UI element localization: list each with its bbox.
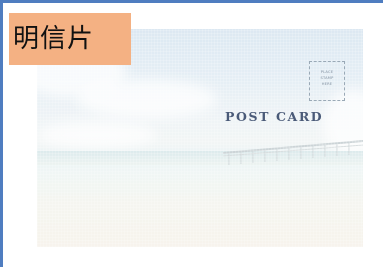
slide-frame: 明信片 PLACE STAMP HERE POST CARD <box>0 0 383 267</box>
section-tag-label: 明信片 <box>13 24 95 54</box>
section-tag: 明信片 <box>9 13 131 65</box>
postcard-title: POST CARD <box>225 109 324 124</box>
stamp-text-line: HERE <box>321 82 333 86</box>
stamp-box: PLACE STAMP HERE <box>309 61 345 101</box>
